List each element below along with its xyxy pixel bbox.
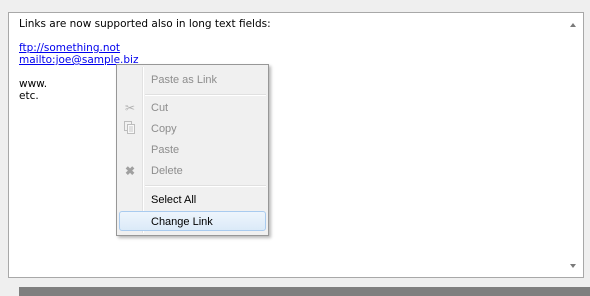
ftp-link-line: ftp://something.not — [19, 42, 271, 54]
menu-separator — [145, 185, 266, 187]
window-background: Links are now supported also in long tex… — [0, 0, 590, 296]
scroll-up-arrow-icon[interactable] — [570, 23, 576, 27]
text-line: Links are now supported also in long tex… — [19, 18, 271, 30]
menu-item-label: Paste — [151, 144, 180, 156]
menu-item-change-link[interactable]: Change Link — [119, 211, 266, 231]
bottom-bar — [19, 287, 590, 296]
menu-item-label: Copy — [151, 123, 177, 135]
long-text-field[interactable]: Links are now supported also in long tex… — [8, 12, 584, 278]
menu-item-label: Paste as Link — [151, 74, 218, 86]
vertical-scrollbar[interactable] — [566, 13, 583, 277]
menu-item-label: Delete — [151, 165, 183, 177]
ftp-link[interactable]: ftp://something.not — [19, 42, 120, 54]
menu-item-label: Select All — [151, 194, 197, 206]
menu-item-label: Change Link — [151, 216, 213, 228]
text-line-blank — [19, 30, 271, 42]
copy-icon — [122, 121, 138, 137]
menu-item-paste[interactable]: Paste — [119, 140, 266, 160]
menu-item-label: Cut — [151, 102, 169, 114]
context-menu: Paste as Link ✂ Cut Copy Paste ✖ Delete … — [116, 64, 269, 236]
menu-item-delete[interactable]: ✖ Delete — [119, 161, 266, 181]
scissors-icon: ✂ — [124, 101, 136, 115]
menu-separator — [145, 94, 266, 96]
menu-item-paste-as-link[interactable]: Paste as Link — [119, 70, 266, 90]
menu-item-select-all[interactable]: Select All — [119, 190, 266, 210]
menu-item-cut[interactable]: ✂ Cut — [119, 98, 266, 118]
scroll-down-arrow-icon[interactable] — [570, 264, 576, 268]
delete-x-icon: ✖ — [124, 164, 136, 178]
menu-item-copy[interactable]: Copy — [119, 119, 266, 139]
